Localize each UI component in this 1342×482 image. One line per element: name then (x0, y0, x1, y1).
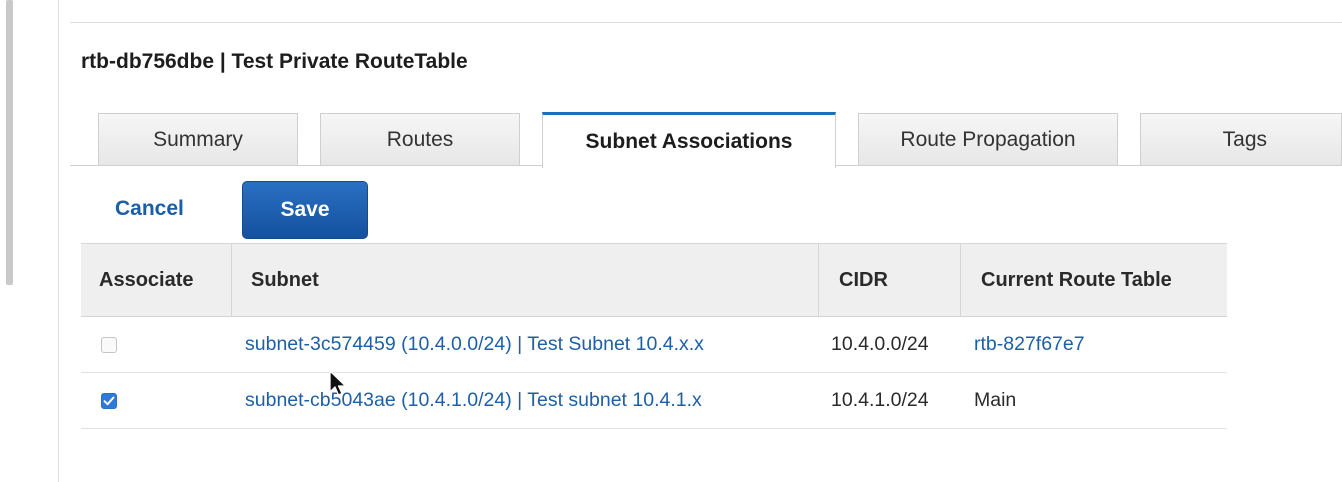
route-table-link[interactable]: rtb-827f67e7 (974, 317, 1085, 372)
check-icon (103, 396, 115, 405)
subnet-link[interactable]: subnet-3c574459 (10.4.0.0/24) | Test Sub… (245, 317, 704, 372)
associate-checkbox[interactable] (101, 336, 117, 353)
cidr-value: 10.4.0.0/24 (831, 333, 929, 355)
save-button[interactable]: Save (242, 181, 368, 239)
panel-title: rtb-db756dbe | Test Private RouteTable (81, 50, 468, 73)
subnet-link[interactable]: subnet-cb5043ae (10.4.1.0/24) | Test sub… (245, 373, 702, 428)
table-row: subnet-cb5043ae (10.4.1.0/24) | Test sub… (81, 373, 1227, 429)
associate-checkbox[interactable] (101, 392, 117, 409)
column-header-current-route-table[interactable]: Current Route Table (981, 244, 1172, 317)
tab-subnet-associations[interactable]: Subnet Associations (542, 112, 836, 168)
table-row: subnet-3c574459 (10.4.0.0/24) | Test Sub… (81, 317, 1227, 373)
cidr-value: 10.4.1.0/24 (831, 389, 929, 411)
top-divider (70, 22, 1342, 23)
column-header-associate[interactable]: Associate (99, 244, 194, 317)
tab-tags[interactable]: Tags (1140, 113, 1342, 165)
page-scrollbar[interactable] (6, 0, 13, 285)
column-separator (231, 244, 232, 317)
column-header-cidr[interactable]: CIDR (839, 244, 888, 317)
tab-bar: Summary Routes Subnet Associations Route… (70, 112, 1342, 168)
subnet-associations-table: Associate Subnet CIDR Current Route Tabl… (81, 243, 1227, 429)
associate-cell (101, 317, 117, 372)
tab-route-propagation[interactable]: Route Propagation (858, 113, 1118, 165)
mouse-pointer-icon (329, 370, 347, 396)
column-separator (960, 244, 961, 317)
left-divider (58, 0, 59, 482)
column-separator (818, 244, 819, 317)
tab-routes[interactable]: Routes (320, 113, 520, 165)
associate-cell (101, 373, 117, 428)
page: rtb-db756dbe | Test Private RouteTable S… (0, 0, 1342, 482)
route-table-value: Main (974, 389, 1017, 411)
table-header: Associate Subnet CIDR Current Route Tabl… (81, 243, 1227, 317)
column-header-subnet[interactable]: Subnet (251, 244, 319, 317)
cancel-button[interactable]: Cancel (115, 197, 184, 221)
tab-summary[interactable]: Summary (98, 113, 298, 165)
